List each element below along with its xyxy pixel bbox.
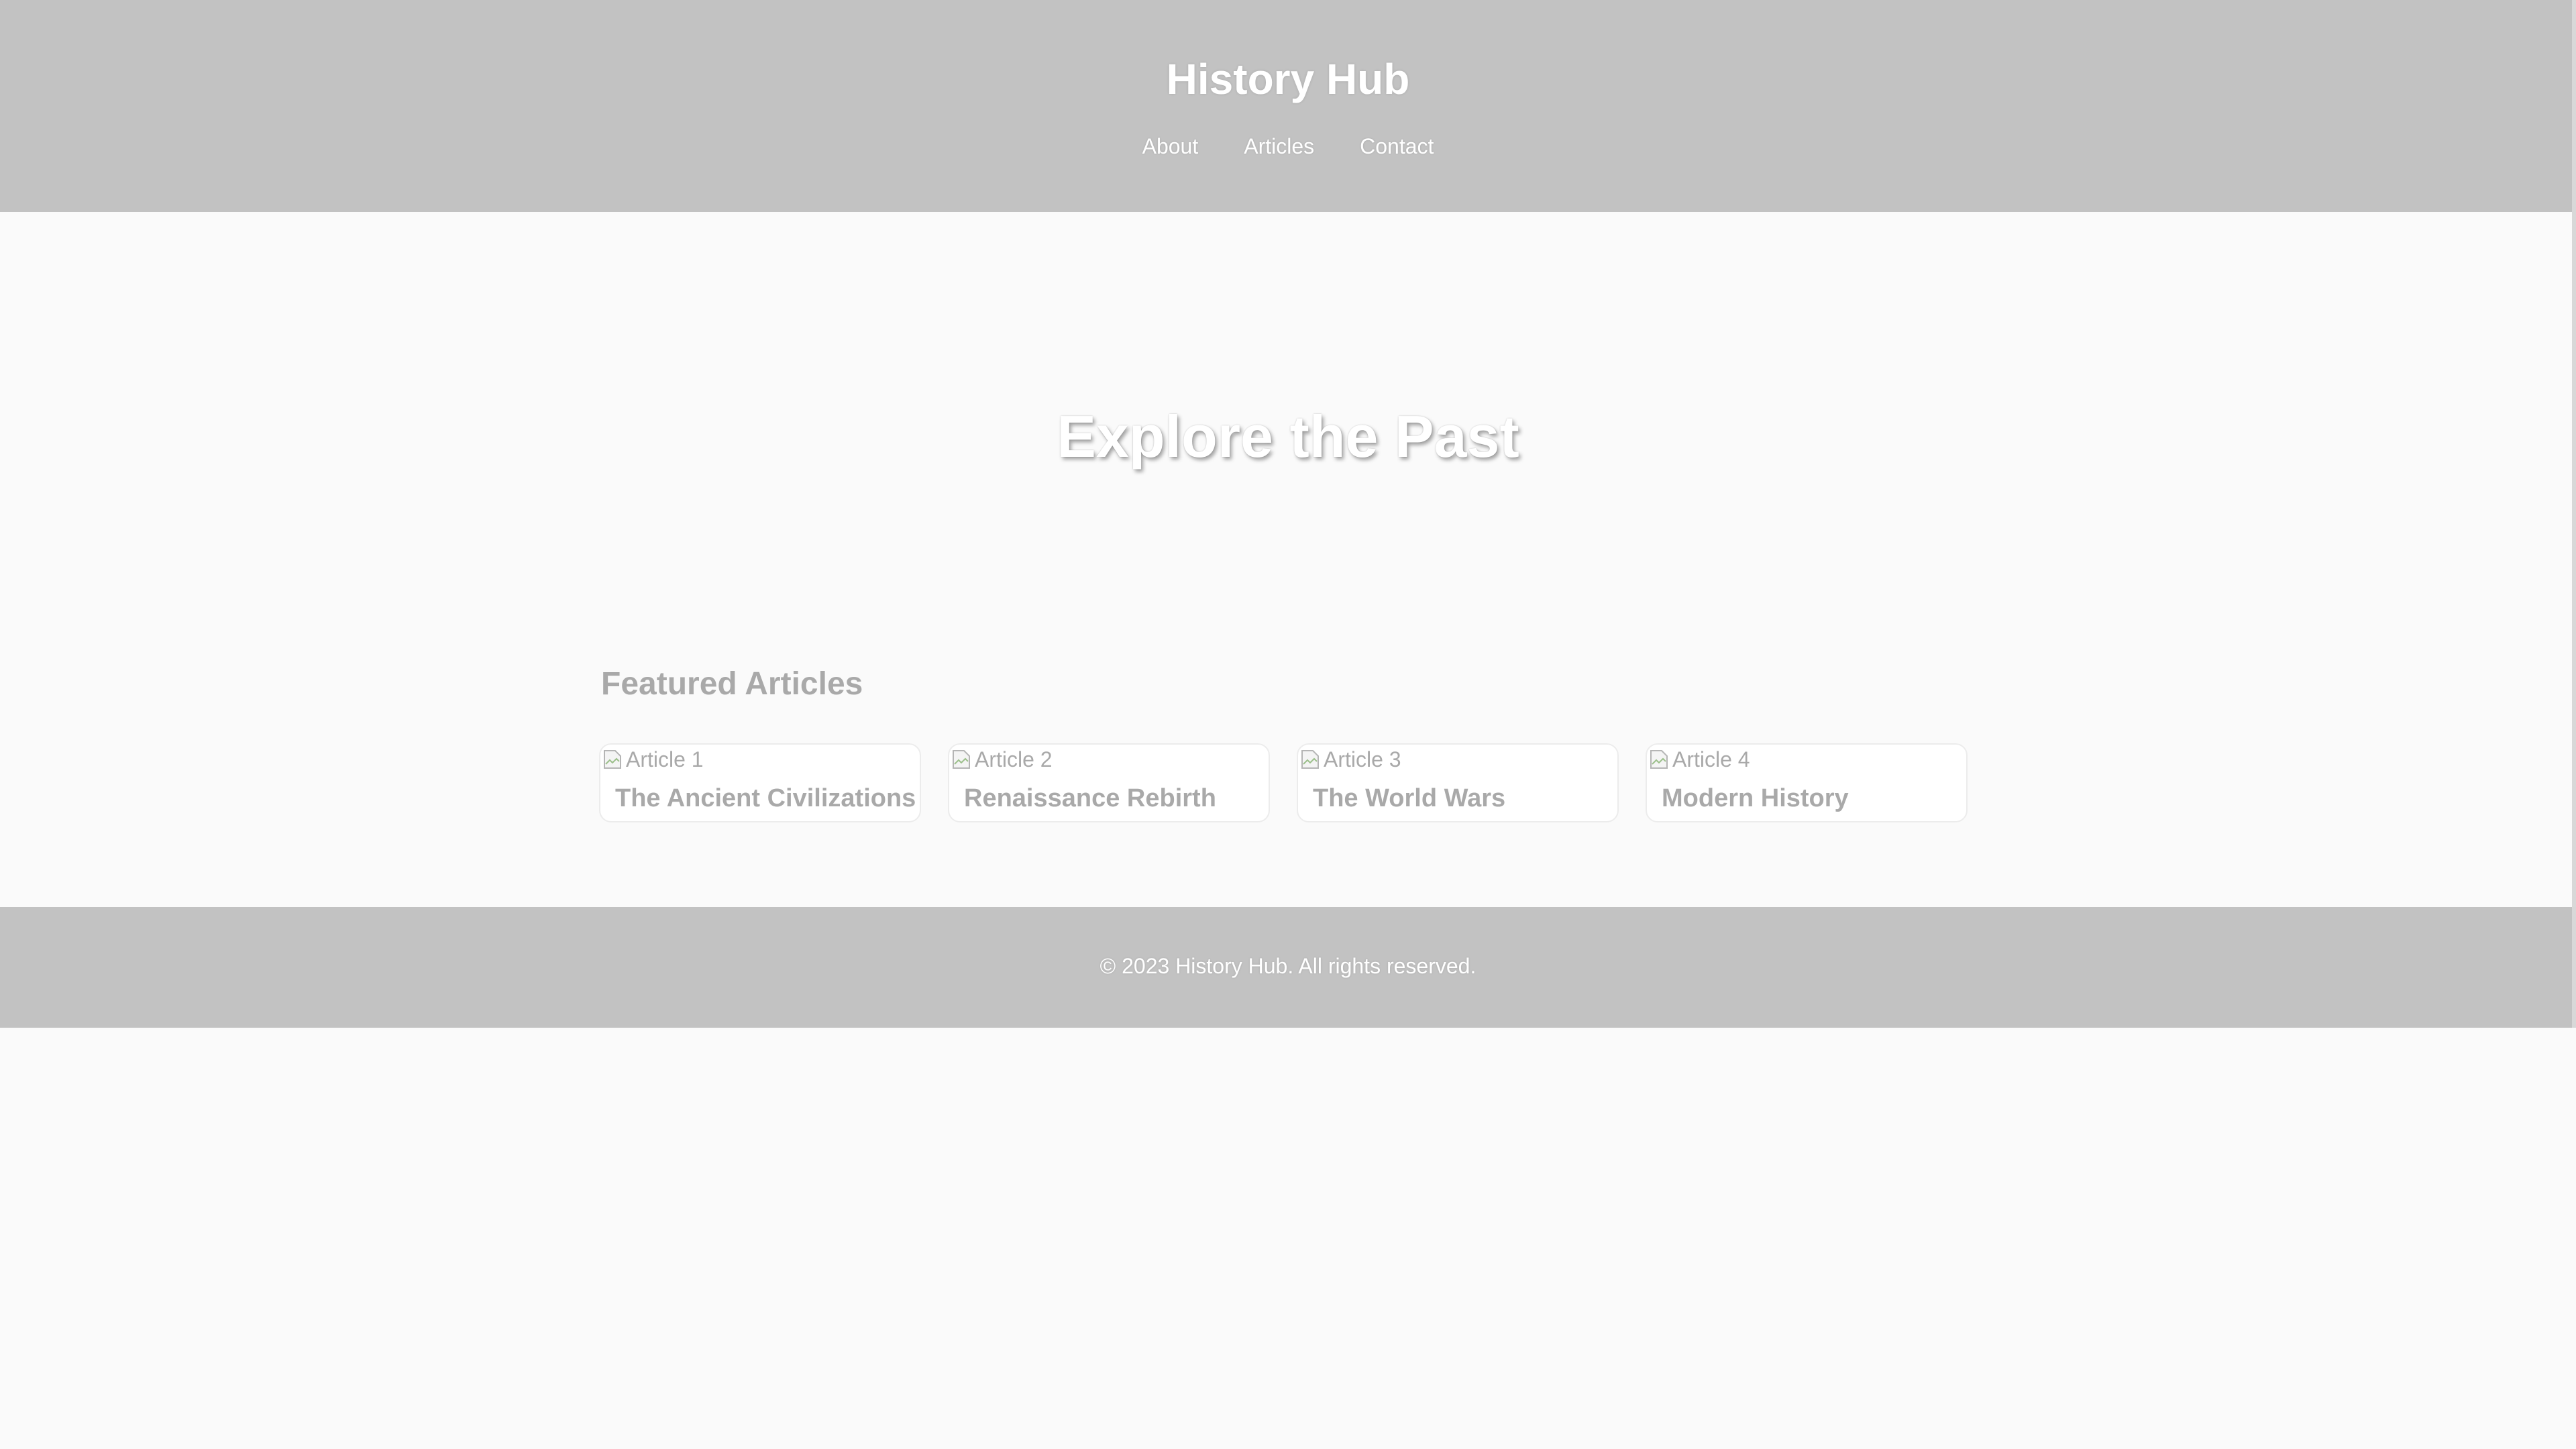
nav-link-about[interactable]: About bbox=[1142, 131, 1199, 161]
article-image: Article 4 bbox=[1650, 746, 1750, 773]
article-card[interactable]: Article 4 Modern History bbox=[1646, 743, 1968, 822]
article-card[interactable]: Article 2 Renaissance Rebirth bbox=[948, 743, 1270, 822]
article-image-alt: Article 1 bbox=[626, 747, 704, 771]
article-title[interactable]: Modern History bbox=[1662, 782, 1849, 814]
broken-image-icon bbox=[1301, 750, 1319, 769]
article-card[interactable]: Article 1 The Ancient Civilizations bbox=[599, 743, 921, 822]
broken-image-icon bbox=[953, 750, 970, 769]
article-title[interactable]: The World Wars bbox=[1313, 782, 1505, 814]
article-title[interactable]: Renaissance Rebirth bbox=[964, 782, 1216, 814]
nav-link-contact[interactable]: Contact bbox=[1360, 131, 1434, 161]
article-image: Article 1 bbox=[603, 746, 704, 773]
footer-copyright: © 2023 History Hub. All rights reserved. bbox=[1099, 954, 1477, 978]
article-image-alt: Article 4 bbox=[1672, 747, 1750, 771]
article-image: Article 2 bbox=[952, 746, 1053, 773]
broken-image-icon bbox=[1650, 750, 1668, 769]
site-title[interactable]: History Hub bbox=[0, 52, 2576, 106]
article-card[interactable]: Article 3 The World Wars bbox=[1297, 743, 1619, 822]
article-card-list: Article 1 The Ancient Civilizations Arti… bbox=[599, 743, 1968, 822]
article-image-alt: Article 3 bbox=[1324, 747, 1401, 771]
site-footer: © 2023 History Hub. All rights reserved. bbox=[0, 907, 2576, 1028]
scrollbar[interactable] bbox=[2572, 0, 2576, 1028]
page: History Hub About Articles Contact Explo… bbox=[0, 0, 2576, 1449]
nav-link-articles[interactable]: Articles bbox=[1244, 131, 1314, 161]
article-title[interactable]: The Ancient Civilizations bbox=[615, 782, 916, 814]
article-image-alt: Article 2 bbox=[975, 747, 1053, 771]
broken-image-icon bbox=[604, 750, 621, 769]
site-header: History Hub About Articles Contact bbox=[0, 0, 2576, 212]
main-nav: About Articles Contact bbox=[0, 131, 2576, 161]
hero-title: Explore the Past bbox=[1057, 403, 1519, 470]
featured-articles-heading: Featured Articles bbox=[601, 666, 863, 702]
hero-section: Explore the Past bbox=[0, 212, 2576, 668]
article-image: Article 3 bbox=[1301, 746, 1401, 773]
